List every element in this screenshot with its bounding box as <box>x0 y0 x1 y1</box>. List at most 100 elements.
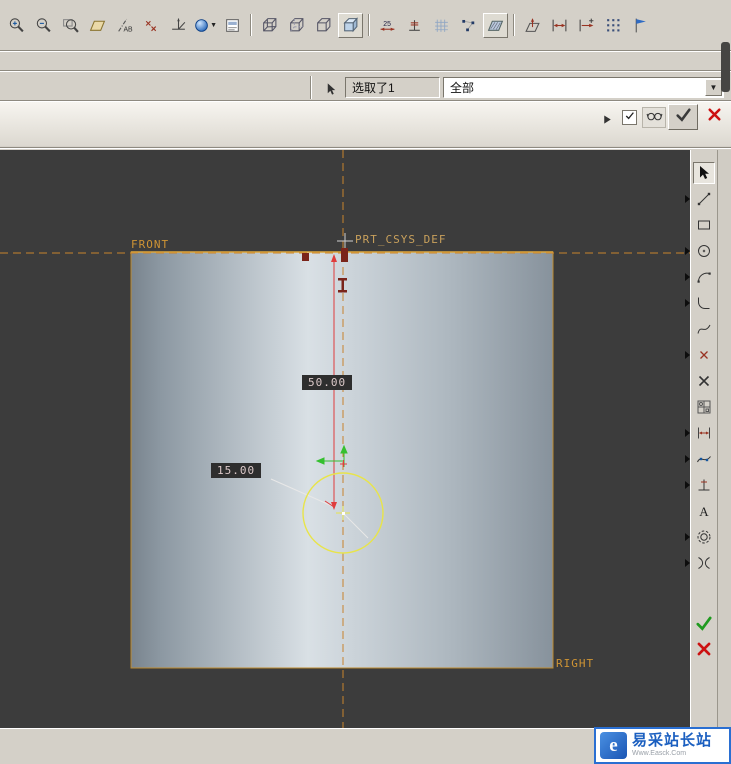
arc-tool-button[interactable] <box>685 266 715 288</box>
dimension-50-value[interactable]: 50.00 <box>302 375 353 390</box>
dimension-15-value[interactable]: 15.00 <box>211 463 262 478</box>
modify-icon <box>697 456 711 463</box>
watermark-title: 易采站长站 <box>632 732 713 750</box>
zoom-in-button[interactable] <box>4 13 29 38</box>
sketch-svg[interactable] <box>0 150 690 728</box>
flyout-arrow-icon[interactable] <box>685 455 694 463</box>
selection-status-text: 选取了1 <box>352 81 395 95</box>
datum-label-right[interactable]: RIGHT <box>556 657 594 670</box>
zoom-out-button[interactable] <box>31 13 56 38</box>
fillet-icon <box>698 297 710 309</box>
dimension-icon <box>698 427 710 439</box>
flyout-arrow-icon[interactable] <box>685 351 694 359</box>
watermark-subtitle: Www.Easck.Com <box>632 749 687 757</box>
flag-button[interactable] <box>628 13 653 38</box>
spline-icon <box>697 324 711 334</box>
quit-button[interactable] <box>693 638 715 660</box>
cancel-feature-button[interactable] <box>701 104 727 130</box>
cube-shaded-button[interactable] <box>338 12 363 38</box>
delete-tool-button[interactable] <box>693 370 715 392</box>
quit-x-icon <box>707 108 721 121</box>
offset-icon <box>697 530 711 544</box>
flyout-arrow-icon[interactable] <box>685 481 694 489</box>
shaded-sphere-button[interactable]: ▼ <box>193 13 218 38</box>
expand-arrow-icon[interactable] <box>598 110 616 128</box>
point-icon <box>700 351 708 359</box>
vertical-scrollbar-track[interactable] <box>717 150 731 728</box>
cube-nohidden-button[interactable] <box>311 13 336 38</box>
datum-csys-button[interactable] <box>166 13 191 38</box>
datum-axis-button[interactable]: AB <box>112 13 137 38</box>
zoom-fit-button[interactable] <box>58 13 83 38</box>
trim-tool-button[interactable] <box>685 552 715 574</box>
text-tool-button[interactable]: A <box>693 500 715 522</box>
spline-tool-button[interactable] <box>693 318 715 340</box>
statusbar-divider <box>0 70 731 72</box>
dropdown-arrow-icon[interactable]: ▼ <box>210 22 217 29</box>
flyout-arrow-icon[interactable] <box>685 533 694 541</box>
grid-display-button[interactable] <box>429 13 454 38</box>
flyout-arrow-icon[interactable] <box>685 195 694 203</box>
flyout-arrow-icon[interactable] <box>685 247 694 255</box>
graphics-canvas[interactable]: FRONT PRT_CSYS_DEF RIGHT 50.00 15.00 <box>0 150 690 728</box>
quit-x-icon <box>697 642 711 656</box>
datum-csys-icon <box>172 17 186 30</box>
check-icon <box>675 106 692 128</box>
trim-icon <box>698 557 710 569</box>
zoom-fit-icon <box>63 18 79 33</box>
done-button[interactable] <box>693 612 715 634</box>
datum-plane-icon <box>89 20 106 31</box>
modify-tool-button[interactable] <box>685 448 715 470</box>
shaded-sphere-icon <box>195 18 208 32</box>
snap-fit-button[interactable] <box>547 13 572 38</box>
pattern-grid-button[interactable] <box>601 13 626 38</box>
constraint-display-icon <box>409 19 420 31</box>
point-tool-button[interactable] <box>685 344 715 366</box>
watermark-logo-icon: e <box>600 732 627 759</box>
dimension-tool-button[interactable] <box>685 422 715 444</box>
flyout-arrow-icon[interactable] <box>685 429 694 437</box>
constraint-icon <box>698 479 710 491</box>
flyout-arrow-icon[interactable] <box>685 273 694 281</box>
flyout-arrow-icon[interactable] <box>685 559 694 567</box>
checkbox-check-icon <box>624 109 636 127</box>
x-icon <box>706 106 723 128</box>
combo-dropdown-icon[interactable]: ▼ <box>705 79 722 96</box>
line-tool-button[interactable] <box>685 188 715 210</box>
filter-combobox[interactable]: 全部 ▼ <box>443 77 724 98</box>
csys-label[interactable]: PRT_CSYS_DEF <box>355 233 446 246</box>
cube-wireframe-button[interactable] <box>257 13 282 38</box>
page-button[interactable] <box>220 13 245 38</box>
surface-rect[interactable] <box>130 251 554 669</box>
glasses-icon <box>646 112 662 120</box>
circle-center-point[interactable] <box>342 512 345 515</box>
rectangle-tool-button[interactable] <box>693 214 715 236</box>
vertical-scrollbar-thumb[interactable] <box>721 42 730 92</box>
csys-marker[interactable] <box>337 233 353 249</box>
snap-ref-button[interactable] <box>574 13 599 38</box>
section-shade-button[interactable] <box>483 12 508 38</box>
fillet-tool-button[interactable] <box>685 292 715 314</box>
palette-tool-button[interactable] <box>693 396 715 418</box>
datum-point-button[interactable] <box>139 13 164 38</box>
datum-label-front[interactable]: FRONT <box>131 238 169 251</box>
verify-glasses-button[interactable] <box>642 107 666 128</box>
flyout-arrow-icon[interactable] <box>685 299 694 307</box>
vertex-display-button[interactable] <box>456 13 481 38</box>
circle-tool-button[interactable] <box>685 240 715 262</box>
vertex-display-icon <box>462 19 475 31</box>
offset-tool-button[interactable] <box>685 526 715 548</box>
selection-status: 选取了1 <box>345 77 440 98</box>
line-icon <box>697 192 711 206</box>
glasses-icon <box>646 107 663 129</box>
select-arrow-tool-button[interactable] <box>693 162 715 184</box>
dim-display-button[interactable]: 25 <box>375 13 400 38</box>
accept-feature-button[interactable] <box>668 104 698 130</box>
datum-plane-button[interactable] <box>85 13 110 38</box>
cube-hiddenline-button[interactable] <box>284 13 309 38</box>
constraint-tool-button[interactable] <box>685 474 715 496</box>
sketch-orient-button[interactable] <box>520 13 545 38</box>
toolbar-separator <box>250 14 252 36</box>
constraint-display-button[interactable] <box>402 13 427 38</box>
preview-checkbox[interactable] <box>622 110 637 125</box>
